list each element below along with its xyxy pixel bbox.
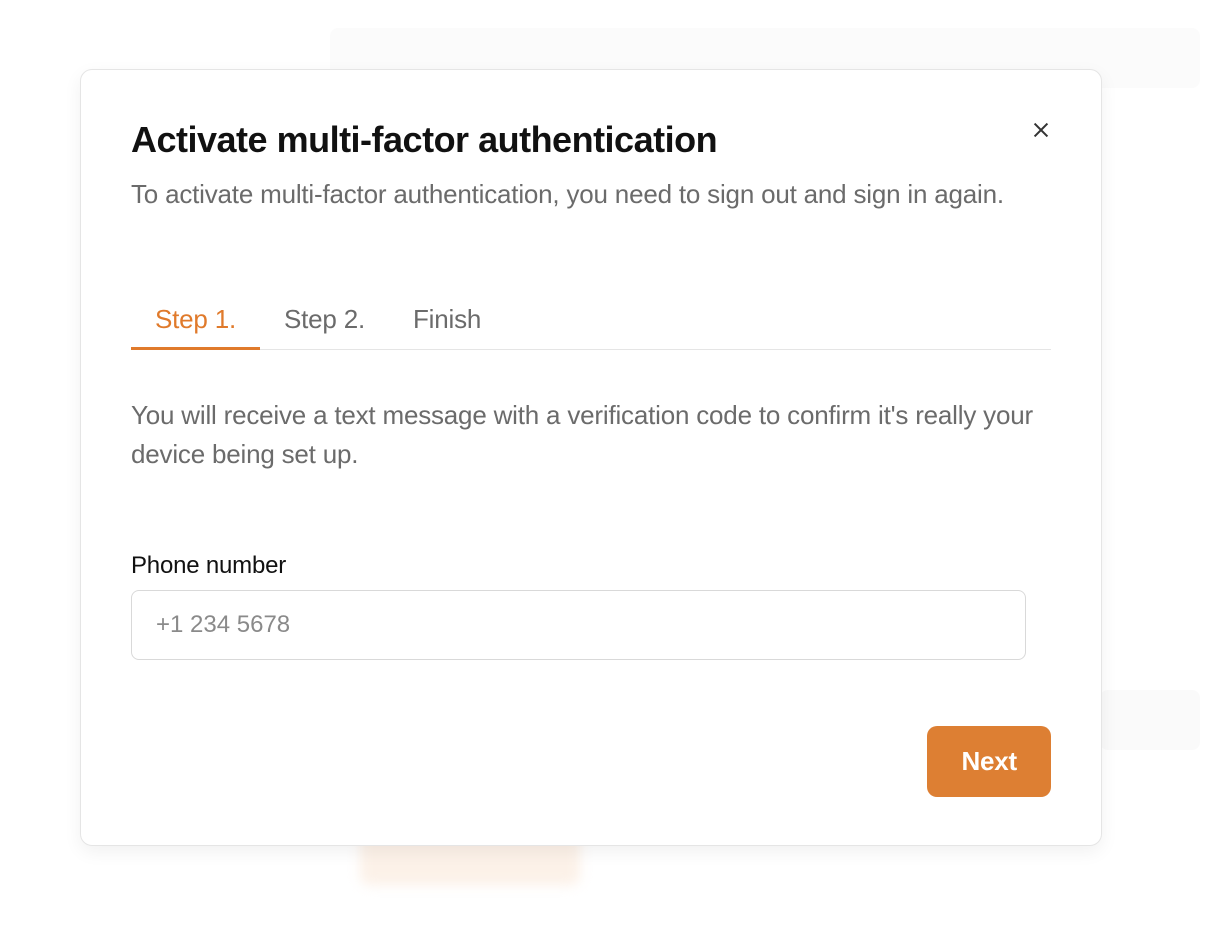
phone-label: Phone number [131,552,1051,580]
close-icon [1030,119,1052,141]
modal-footer: Next [131,726,1051,797]
background-decor [1100,690,1200,750]
phone-field-group: Phone number [131,552,1051,660]
phone-input[interactable] [131,590,1026,660]
tab-finish[interactable]: Finish [389,294,505,349]
step-description: You will receive a text message with a v… [131,396,1051,474]
modal-subtitle: To activate multi-factor authentication,… [131,175,1051,214]
next-button[interactable]: Next [927,726,1051,797]
mfa-activation-modal: Activate multi-factor authentication To … [80,69,1102,846]
steps-tabs: Step 1. Step 2. Finish [131,294,1051,350]
modal-title: Activate multi-factor authentication [131,118,1051,161]
close-button[interactable] [1025,114,1057,146]
tab-step-2[interactable]: Step 2. [260,294,389,349]
tab-step-1[interactable]: Step 1. [131,294,260,349]
modal-header: Activate multi-factor authentication To … [131,118,1051,214]
